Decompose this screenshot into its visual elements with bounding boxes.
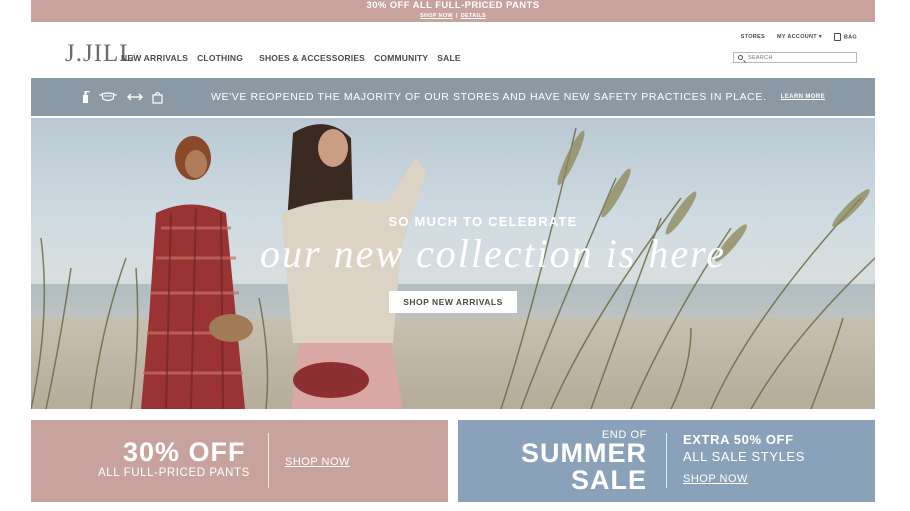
- nav-new-arrivals[interactable]: NEW ARRIVALS: [121, 53, 188, 63]
- bag-label: BAG: [843, 34, 857, 41]
- main-nav: NEW ARRIVALS CLOTHING SHOES & ACCESSORIE…: [121, 53, 470, 63]
- promo-details-link[interactable]: DETAILS: [461, 13, 486, 19]
- hero-banner[interactable]: SO MUCH TO CELEBRATE our new collection …: [31, 118, 875, 409]
- divider: [666, 433, 667, 488]
- learn-more-link[interactable]: LEARN MORE: [781, 94, 825, 100]
- bag-icon: [152, 91, 163, 104]
- shop-new-arrivals-button[interactable]: SHOP NEW ARRIVALS: [389, 291, 517, 313]
- nav-sale[interactable]: SALE: [437, 53, 460, 63]
- promo-title: 30% OFF ALL FULL-PRICED PANTS: [366, 0, 540, 11]
- search-box[interactable]: [733, 52, 857, 63]
- nav-shoes-accessories[interactable]: SHOES & ACCESSORIES: [259, 53, 365, 63]
- utility-links: STORES MY ACCOUNT ▾ BAG: [741, 33, 857, 41]
- sale-extra-line1: EXTRA 50% OFF: [683, 432, 794, 447]
- pants-shop-now-link[interactable]: SHOP NOW: [285, 456, 350, 468]
- sale-extra-line2: ALL SALE STYLES: [683, 449, 805, 464]
- pants-promo-banner[interactable]: 30% OFF ALL FULL-PRICED PANTS SHOP NOW: [31, 420, 448, 502]
- sale-shop-now-link[interactable]: SHOP NOW: [683, 473, 748, 485]
- bag-icon: [833, 33, 841, 41]
- safety-banner: WE'VE REOPENED THE MAJORITY OF OUR STORE…: [31, 78, 875, 116]
- stores-link[interactable]: STORES: [741, 34, 765, 40]
- pants-promo-headline: 30% OFF: [123, 437, 246, 467]
- site-header: J.JILL NEW ARRIVALS CLOTHING SHOES & ACC…: [31, 22, 875, 77]
- promo-links: SHOP NOW | DETAILS: [31, 12, 875, 20]
- my-account-label: MY ACCOUNT: [777, 34, 817, 40]
- sanitizer-icon: [83, 91, 90, 103]
- promo-separator: |: [455, 13, 458, 19]
- nav-community[interactable]: COMMUNITY: [374, 53, 428, 63]
- pants-promo-subline: ALL FULL-PRICED PANTS: [98, 467, 250, 479]
- hero-headline: our new collection is here: [260, 231, 726, 276]
- nav-clothing[interactable]: CLOTHING: [197, 53, 243, 63]
- mask-icon: [99, 92, 117, 102]
- promo-bar: 30% OFF ALL FULL-PRICED PANTS SHOP NOW | D…: [31, 0, 875, 22]
- search-input[interactable]: [748, 54, 848, 61]
- summer-sale-banner[interactable]: END OF SUMMER SALE EXTRA 50% OFF ALL SAL…: [458, 420, 875, 502]
- distance-icon: [127, 93, 143, 101]
- promo-shop-now-link[interactable]: SHOP NOW: [420, 13, 453, 19]
- hero-kicker: SO MUCH TO CELEBRATE: [388, 214, 578, 229]
- sale-title-line2: SALE: [570, 465, 647, 495]
- bag-link[interactable]: BAG: [833, 33, 857, 41]
- safety-message: WE'VE REOPENED THE MAJORITY OF OUR STORE…: [211, 91, 767, 103]
- safety-icons: [81, 90, 163, 104]
- search-icon: [738, 55, 743, 60]
- divider: [268, 433, 269, 488]
- my-account-link[interactable]: MY ACCOUNT ▾: [777, 34, 822, 40]
- chevron-down-icon: ▾: [818, 34, 822, 40]
